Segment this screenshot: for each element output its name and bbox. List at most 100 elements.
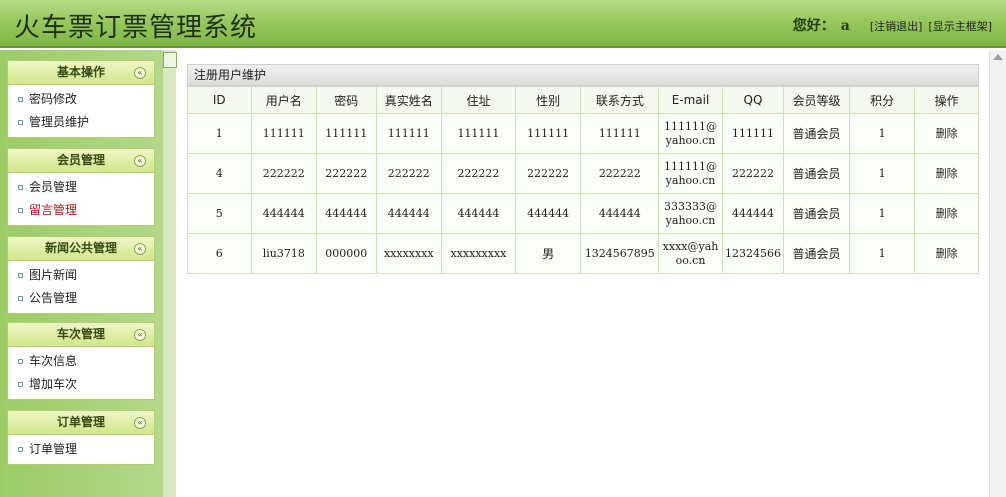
menu-group-items: 订单管理 — [7, 434, 155, 465]
vertical-scrollbar[interactable] — [989, 50, 1006, 497]
cell-real-name: 111111 — [375, 113, 443, 154]
cell-id: 1 — [187, 113, 252, 154]
header-bar: 火车票订票管理系统 您好： a [注销退出] [显示主框架] — [0, 0, 1006, 48]
menu-group-header[interactable]: 订单管理 « — [7, 410, 155, 434]
sidebar-item-train-info[interactable]: 车次信息 — [8, 350, 154, 373]
cell-username: 111111 — [250, 113, 318, 154]
menu-group-trains: 车次管理 « 车次信息 增加车次 — [7, 322, 155, 400]
collapse-icon[interactable]: « — [134, 417, 146, 429]
menu-group-items: 会员管理 留言管理 — [7, 172, 155, 226]
cell-qq: 222222 — [721, 153, 785, 194]
cell-username: 444444 — [250, 193, 318, 234]
sidebar-item-add-train[interactable]: 增加车次 — [8, 373, 154, 396]
cell-points: 1 — [848, 193, 916, 234]
username-label: a — [840, 18, 850, 34]
sidebar: 基本操作 « 密码修改 管理员维护 会员管理 « 会员管理 留言管理 新闻公共管… — [0, 50, 162, 497]
collapse-icon[interactable]: « — [134, 243, 146, 255]
sidebar-item-label: 留言管理 — [29, 203, 78, 217]
table-header-row: ID 用户名 密码 真实姓名 住址 性别 联系方式 E-mail QQ 会员等级… — [187, 86, 979, 114]
cell-id: 4 — [187, 153, 252, 194]
table-row: 6 liu3718 000000 xxxxxxxx xxxxxxxxx 男 13… — [187, 233, 979, 274]
sidebar-item-label: 图片新闻 — [29, 268, 78, 282]
sidebar-item-member-management[interactable]: 会员管理 — [8, 176, 154, 199]
menu-group-basic: 基本操作 « 密码修改 管理员维护 — [7, 60, 155, 138]
menu-group-title: 会员管理 — [56, 153, 105, 167]
sidebar-item-admin-maintenance[interactable]: 管理员维护 — [8, 111, 154, 134]
cell-username: 222222 — [250, 153, 318, 194]
bullet-icon — [18, 273, 23, 278]
menu-group-header[interactable]: 基本操作 « — [7, 60, 155, 84]
sidebar-item-change-password[interactable]: 密码修改 — [8, 88, 154, 111]
menu-group-members: 会员管理 « 会员管理 留言管理 — [7, 148, 155, 226]
menu-group-orders: 订单管理 « 订单管理 — [7, 410, 155, 465]
sidebar-item-label: 公告管理 — [29, 291, 78, 305]
cell-email: 111111@yahoo.cn — [658, 153, 723, 194]
menu-group-news: 新闻公共管理 « 图片新闻 公告管理 — [7, 236, 155, 314]
app-window: 火车票订票管理系统 您好： a [注销退出] [显示主框架] 基本操作 « 密码… — [0, 0, 1006, 497]
column-header: 用户名 — [250, 86, 318, 114]
menu-group-items: 图片新闻 公告管理 — [7, 260, 155, 314]
column-header: 积分 — [848, 86, 916, 114]
cell-member-level: 普通会员 — [783, 193, 850, 234]
table-row: 1 111111 111111 111111 111111 111111 111… — [187, 113, 979, 154]
cell-points: 1 — [848, 233, 916, 274]
bullet-icon — [18, 447, 23, 452]
collapse-icon[interactable]: « — [134, 155, 146, 167]
menu-group-title: 基本操作 — [56, 65, 105, 79]
cell-username: liu3718 — [250, 233, 318, 274]
sidebar-item-label: 会员管理 — [29, 180, 78, 194]
splitter-toggle-handle[interactable] — [163, 52, 177, 68]
sidebar-item-announcements[interactable]: 公告管理 — [8, 287, 154, 310]
cell-contact: 444444 — [580, 193, 660, 234]
delete-link[interactable]: 删除 — [914, 153, 979, 194]
cell-contact: 222222 — [580, 153, 660, 194]
cell-points: 1 — [848, 153, 916, 194]
cell-gender: 222222 — [514, 153, 582, 194]
show-main-frame-link[interactable]: [显示主框架] — [928, 18, 992, 34]
column-header: 操作 — [914, 86, 979, 114]
sidebar-item-picture-news[interactable]: 图片新闻 — [8, 264, 154, 287]
frame-splitter[interactable] — [162, 50, 176, 497]
column-header: ID — [187, 86, 252, 114]
sidebar-item-label: 密码修改 — [29, 92, 78, 106]
cell-email: xxxx@yahoo.cn — [658, 233, 723, 274]
scroll-up-arrow-icon[interactable] — [993, 54, 1003, 60]
cell-email: 333333@yahoo.cn — [658, 193, 723, 234]
bullet-icon — [18, 359, 23, 364]
table-row: 5 444444 444444 444444 444444 444444 444… — [187, 193, 979, 234]
cell-id: 5 — [187, 193, 252, 234]
delete-link[interactable]: 删除 — [914, 193, 979, 234]
sidebar-item-message-management[interactable]: 留言管理 — [8, 199, 154, 222]
column-header: 会员等级 — [783, 86, 850, 114]
sidebar-item-label: 增加车次 — [29, 377, 78, 391]
delete-link[interactable]: 删除 — [914, 233, 979, 274]
cell-points: 1 — [848, 113, 916, 154]
logout-link[interactable]: [注销退出] — [870, 18, 923, 34]
bullet-icon — [18, 97, 23, 102]
cell-address: 444444 — [441, 193, 516, 234]
cell-password: 222222 — [316, 153, 377, 194]
bullet-icon — [18, 208, 23, 213]
greeting-label: 您好： — [792, 18, 835, 34]
column-header: E-mail — [658, 86, 723, 114]
menu-group-items: 车次信息 增加车次 — [7, 346, 155, 400]
sidebar-item-label: 管理员维护 — [29, 115, 90, 129]
cell-gender: 111111 — [514, 113, 582, 154]
cell-id: 6 — [187, 233, 252, 274]
cell-contact: 1324567895 — [580, 233, 660, 274]
menu-group-items: 密码修改 管理员维护 — [7, 84, 155, 138]
cell-address: 222222 — [441, 153, 516, 194]
sidebar-item-label: 订单管理 — [29, 442, 78, 456]
collapse-icon[interactable]: « — [134, 329, 146, 341]
cell-qq: 12324566 — [721, 233, 785, 274]
menu-group-header[interactable]: 新闻公共管理 « — [7, 236, 155, 260]
table-row: 4 222222 222222 222222 222222 222222 222… — [187, 153, 979, 194]
cell-address: 111111 — [441, 113, 516, 154]
collapse-icon[interactable]: « — [134, 67, 146, 79]
menu-group-header[interactable]: 会员管理 « — [7, 148, 155, 172]
menu-group-header[interactable]: 车次管理 « — [7, 322, 155, 346]
cell-real-name: 222222 — [375, 153, 443, 194]
cell-member-level: 普通会员 — [783, 233, 850, 274]
sidebar-item-order-management[interactable]: 订单管理 — [8, 438, 154, 461]
delete-link[interactable]: 删除 — [914, 113, 979, 154]
